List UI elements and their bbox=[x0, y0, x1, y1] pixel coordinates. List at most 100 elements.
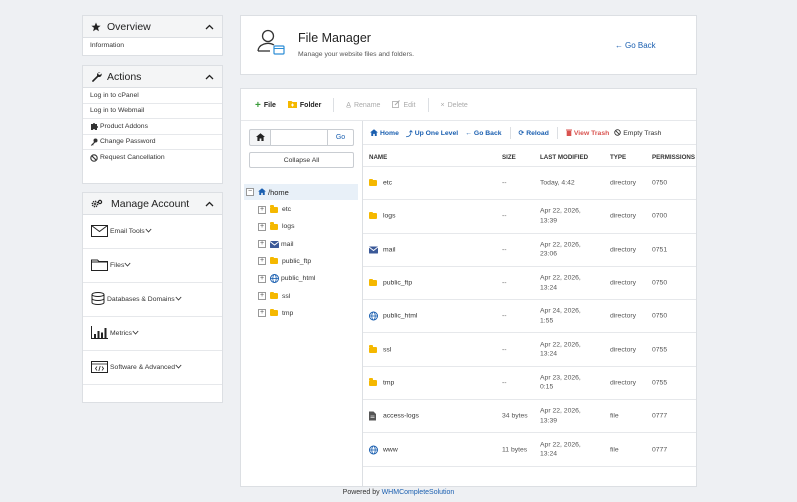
expand-toggle-icon[interactable]: + bbox=[258, 309, 266, 318]
footer-link[interactable]: WHMCompleteSolution bbox=[382, 489, 455, 496]
tree-item[interactable]: + ssl bbox=[258, 290, 290, 302]
column-header-type[interactable]: TYPE bbox=[610, 154, 626, 161]
product-addons-link[interactable]: Product Addons bbox=[83, 119, 222, 135]
file-type: directory bbox=[610, 212, 637, 220]
expand-toggle-icon[interactable]: + bbox=[258, 222, 266, 231]
collapse-all-button[interactable]: Collapse All bbox=[249, 152, 354, 168]
file-size: -- bbox=[502, 212, 507, 220]
table-row[interactable]: public_html -- Apr 24, 2026, 1:55 directory… bbox=[363, 300, 696, 334]
file-type: directory bbox=[610, 312, 637, 320]
nav-home-button[interactable]: Home bbox=[370, 128, 399, 138]
software-advanced-item[interactable]: Software & Advanced bbox=[83, 351, 222, 385]
file-size: 34 bytes bbox=[502, 412, 528, 420]
tree-item[interactable]: + public_html bbox=[258, 273, 315, 285]
view-trash-button[interactable]: View Trash bbox=[565, 129, 609, 138]
login-webmail-label: Log in to Webmail bbox=[90, 107, 145, 115]
path-home-button[interactable] bbox=[249, 129, 271, 146]
empty-trash-button[interactable]: Empty Trash bbox=[614, 128, 661, 138]
files-item[interactable]: Files bbox=[83, 249, 222, 283]
file-permissions: 0750 bbox=[652, 279, 668, 287]
new-folder-button[interactable]: Folder bbox=[287, 100, 321, 110]
information-link[interactable]: Information bbox=[83, 38, 222, 54]
expand-toggle-icon[interactable]: + bbox=[258, 274, 266, 283]
folder-icon bbox=[270, 256, 280, 265]
manage-account-title: Manage Account bbox=[111, 197, 190, 210]
file-permissions: 0700 bbox=[652, 212, 668, 220]
table-row[interactable]: logs -- Apr 22, 2026, 13:39 directory 0700 bbox=[363, 200, 696, 234]
new-file-button[interactable]: + File bbox=[255, 100, 276, 111]
file-name[interactable]: access-logs bbox=[383, 411, 419, 421]
file-permissions: 0755 bbox=[652, 379, 668, 387]
tree-item[interactable]: + public_ftp bbox=[258, 255, 311, 267]
request-cancellation-link[interactable]: Request Cancellation bbox=[83, 150, 222, 166]
chevron-up-icon[interactable] bbox=[205, 22, 214, 32]
nav-reload-button[interactable]: ⟳ Reload bbox=[519, 129, 549, 138]
column-header-name[interactable]: NAME bbox=[369, 154, 387, 161]
file-name[interactable]: www bbox=[383, 445, 398, 455]
metrics-item[interactable]: Metrics bbox=[83, 317, 222, 351]
cogs-icon bbox=[91, 199, 104, 209]
file-name[interactable]: mail bbox=[383, 245, 395, 255]
nav-bar: Home ⤴ Up One Level ← Go Back ⟳ Reload V… bbox=[370, 127, 661, 139]
envelope-icon bbox=[91, 224, 110, 239]
tree-item-label: mail bbox=[281, 240, 294, 248]
expand-toggle-icon[interactable]: + bbox=[258, 257, 266, 266]
manage-account-header[interactable]: Manage Account bbox=[83, 193, 222, 215]
path-go-button[interactable]: Go bbox=[327, 129, 354, 146]
column-header-modified[interactable]: LAST MODIFIED bbox=[540, 154, 588, 161]
expand-toggle-icon[interactable]: + bbox=[258, 205, 266, 214]
tree-item[interactable]: + logs bbox=[258, 221, 294, 233]
home-icon bbox=[370, 128, 378, 138]
table-row[interactable]: tmp -- Apr 23, 2026, 0:15 directory 0755 bbox=[363, 367, 696, 401]
folder-icon bbox=[369, 345, 379, 353]
file-name[interactable]: logs bbox=[383, 212, 395, 222]
go-back-header-button[interactable]: ← Go Back bbox=[615, 41, 656, 50]
databases-domains-item[interactable]: Databases & Domains bbox=[83, 283, 222, 317]
login-webmail-link[interactable]: Log in to Webmail bbox=[83, 104, 222, 119]
file-name[interactable]: ssl bbox=[383, 345, 391, 355]
table-row[interactable]: mail -- Apr 22, 2026, 23:06 directory 0751 bbox=[363, 234, 696, 267]
file-type: directory bbox=[610, 245, 637, 253]
table-row[interactable]: etc -- Today, 4:42 directory 0750 bbox=[363, 167, 696, 201]
tree-item-label: public_html bbox=[281, 275, 316, 283]
tree-item[interactable]: + tmp bbox=[258, 307, 293, 319]
column-header-size[interactable]: SIZE bbox=[502, 154, 516, 161]
file-name[interactable]: tmp bbox=[383, 378, 394, 388]
rename-button[interactable]: A̲ Rename bbox=[346, 102, 380, 109]
file-permissions: 0755 bbox=[652, 345, 668, 353]
actions-header[interactable]: Actions bbox=[83, 66, 222, 88]
file-size: -- bbox=[502, 279, 507, 287]
tree-item[interactable]: + etc bbox=[258, 204, 291, 216]
table-row[interactable]: www 11 bytes Apr 22, 2026, 13:24 file 0777 bbox=[363, 433, 696, 467]
tree-item[interactable]: + mail bbox=[258, 238, 293, 250]
change-password-link[interactable]: Change Password bbox=[83, 135, 222, 150]
collapse-toggle-icon[interactable]: − bbox=[246, 188, 254, 196]
nav-up-button[interactable]: ⤴ Up One Level bbox=[406, 128, 458, 139]
chevron-up-icon[interactable] bbox=[205, 199, 214, 209]
file-name[interactable]: public_ftp bbox=[383, 278, 412, 288]
expand-toggle-icon[interactable]: + bbox=[258, 292, 266, 300]
nav-back-button[interactable]: ← Go Back bbox=[465, 130, 501, 137]
table-row[interactable]: ssl -- Apr 22, 2026, 13:24 directory 0755 bbox=[363, 334, 696, 367]
table-row[interactable]: access-logs 34 bytes Apr 22, 2026, 13:39 fi… bbox=[363, 400, 696, 434]
path-input[interactable] bbox=[271, 129, 327, 146]
overview-header[interactable]: Overview bbox=[83, 16, 222, 38]
file-modified: Apr 22, 2026, 13:39 bbox=[540, 407, 581, 425]
database-icon bbox=[91, 292, 107, 307]
expand-toggle-icon[interactable]: + bbox=[258, 240, 266, 249]
edit-button[interactable]: Edit bbox=[392, 100, 416, 110]
column-header-permissions[interactable]: PERMISSIONS bbox=[652, 154, 695, 161]
tree-item-label: etc bbox=[282, 206, 292, 213]
tree-item-label: logs bbox=[282, 223, 295, 231]
folder-icon bbox=[270, 205, 280, 213]
file-type: directory bbox=[610, 179, 637, 187]
email-tools-item[interactable]: Email Tools bbox=[83, 215, 222, 249]
login-cpanel-link[interactable]: Log in to cPanel bbox=[83, 88, 222, 104]
tree-root-row[interactable]: − /home bbox=[244, 184, 358, 200]
table-row[interactable]: public_ftp -- Apr 22, 2026, 13:24 directory… bbox=[363, 267, 696, 301]
chevron-up-icon[interactable] bbox=[205, 72, 214, 82]
file-name[interactable]: public_html bbox=[383, 312, 417, 322]
rename-label: Rename bbox=[353, 101, 381, 109]
delete-button[interactable]: × Delete bbox=[441, 102, 468, 109]
file-name[interactable]: etc bbox=[383, 178, 392, 188]
